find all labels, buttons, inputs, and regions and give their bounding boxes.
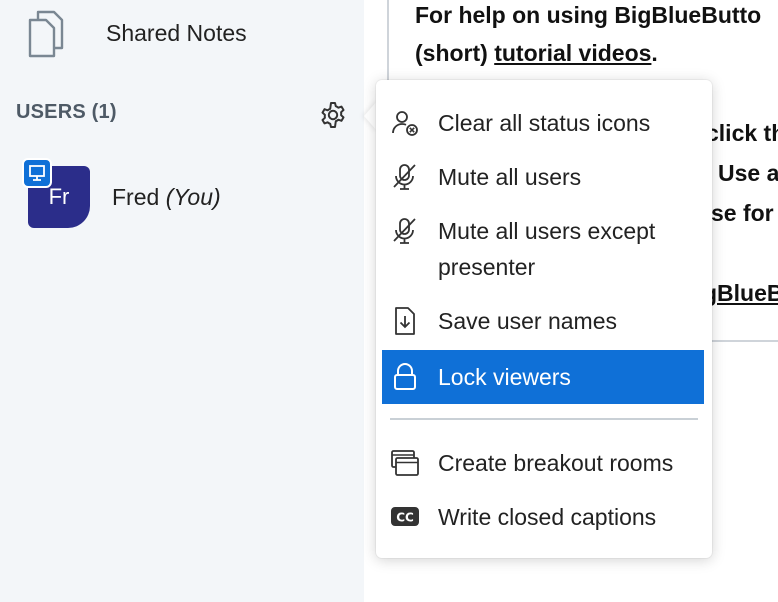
shared-notes-label: Shared Notes bbox=[106, 20, 247, 46]
user-you-label: (You) bbox=[165, 184, 221, 210]
user-options-menu: Clear all status icons Mute all users Mu… bbox=[376, 80, 712, 558]
presentation-text-line: For help on using BigBlueButto bbox=[415, 2, 762, 28]
menu-item-mute-all[interactable]: Mute all users bbox=[382, 150, 704, 204]
user-list-item[interactable]: Fr Fred (You) bbox=[0, 150, 364, 240]
menu-divider bbox=[390, 418, 698, 420]
mute-icon bbox=[393, 164, 416, 190]
menu-item-write-closed-captions[interactable]: CC Write closed captions bbox=[382, 490, 704, 544]
menu-item-label: Mute all users bbox=[438, 164, 582, 190]
tutorial-videos-link[interactable]: tutorial videos bbox=[494, 40, 651, 66]
avatar-initials: Fr bbox=[48, 184, 70, 209]
menu-item-label: Save user names bbox=[438, 308, 617, 334]
breakout-rooms-icon bbox=[391, 450, 419, 476]
menu-item-save-user-names[interactable]: Save user names bbox=[382, 294, 704, 348]
menu-item-clear-status[interactable]: Clear all status icons bbox=[382, 96, 704, 150]
svg-text:CC: CC bbox=[396, 511, 414, 525]
lock-icon bbox=[394, 363, 416, 390]
shared-notes-icon bbox=[28, 10, 64, 58]
user-list-panel: Shared Notes USERS (1) Fr Fred (You) bbox=[0, 0, 364, 602]
menu-item-label: Mute all users except presenter bbox=[438, 218, 656, 280]
shared-notes-item[interactable]: Shared Notes bbox=[0, 0, 364, 70]
user-name: Fred (You) bbox=[112, 184, 221, 211]
menu-item-label: Lock viewers bbox=[438, 364, 571, 390]
download-file-icon bbox=[395, 307, 415, 335]
closed-captions-icon: CC bbox=[391, 507, 419, 526]
presentation-text-line: Use a bbox=[718, 160, 778, 186]
menu-item-mute-except-presenter[interactable]: Mute all users except presenter bbox=[382, 204, 704, 294]
menu-item-create-breakout-rooms[interactable]: Create breakout rooms bbox=[382, 436, 704, 490]
mute-icon bbox=[393, 218, 416, 244]
gear-icon[interactable] bbox=[318, 100, 348, 130]
menu-item-label: Write closed captions bbox=[438, 504, 657, 530]
menu-item-label: Clear all status icons bbox=[438, 110, 651, 136]
presentation-text-line: click th bbox=[706, 120, 778, 146]
presentation-text-line: (short) tutorial videos. bbox=[415, 40, 658, 67]
presentation-text-line: se for c bbox=[711, 200, 778, 226]
presenter-icon bbox=[22, 158, 52, 188]
presentation-text-line[interactable]: gBlueB bbox=[703, 280, 778, 307]
menu-item-label: Create breakout rooms bbox=[438, 450, 674, 476]
clear-status-icon bbox=[392, 111, 418, 136]
menu-item-lock-viewers[interactable]: Lock viewers bbox=[382, 350, 704, 404]
presentation-text-prefix: (short) bbox=[415, 40, 495, 66]
users-section-title: USERS (1) bbox=[16, 101, 117, 123]
user-name-text: Fred bbox=[112, 184, 160, 210]
presentation-text-suffix: . bbox=[651, 40, 658, 66]
